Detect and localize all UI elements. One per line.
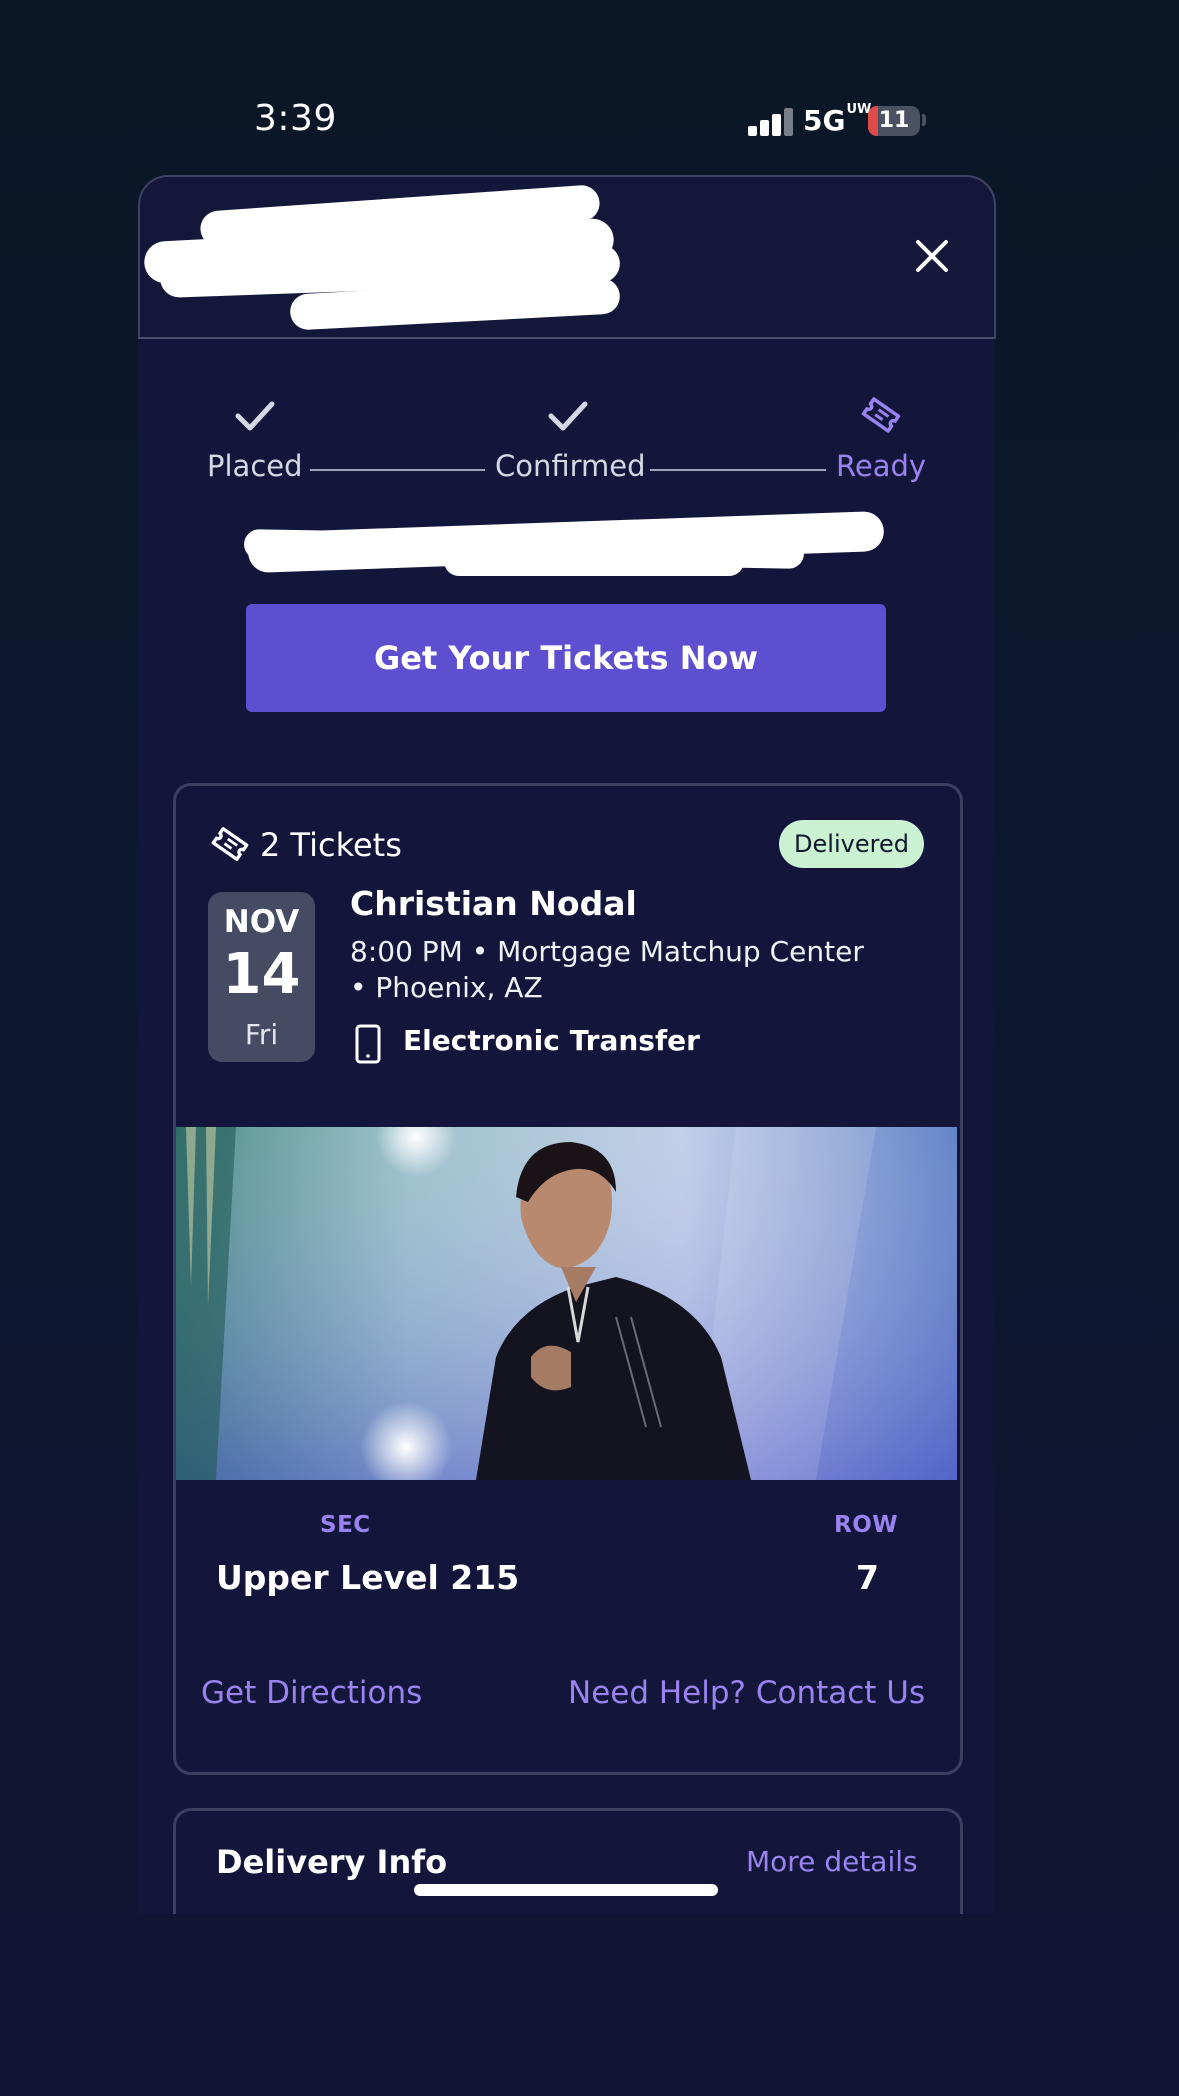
phone-icon: [355, 1024, 381, 1064]
step-ready-label: Ready: [836, 449, 927, 483]
delivery-info-title: Delivery Info: [216, 1843, 448, 1881]
redacted-title: [140, 184, 640, 331]
event-photo[interactable]: [176, 1127, 957, 1480]
ticket-icon: [861, 397, 901, 433]
event-meta: 8:00 PM • Mortgage Matchup Center • Phoe…: [350, 934, 910, 1006]
bottom-area: [0, 1914, 1179, 2096]
event-title: Christian Nodal: [350, 884, 637, 923]
battery-level: 11: [878, 108, 910, 133]
step-placed-label: Placed: [207, 449, 303, 483]
row-label: ROW: [834, 1512, 899, 1538]
network-indicator: 5GUW: [803, 103, 871, 137]
signal-icon: [748, 106, 793, 136]
status-badge: Delivered: [779, 820, 924, 868]
event-day: 14: [222, 942, 301, 1007]
network-label: 5G: [803, 104, 846, 137]
get-tickets-button[interactable]: Get Your Tickets Now: [246, 604, 886, 712]
check-icon: [235, 401, 275, 431]
step-connector: [650, 469, 826, 471]
event-date: NOV 14 Fri: [208, 892, 315, 1062]
event-time-venue: 8:00 PM • Mortgage Matchup Center: [350, 935, 864, 968]
row-value: 7: [856, 1558, 879, 1597]
event-month: NOV: [223, 904, 300, 940]
contact-us-link[interactable]: Need Help? Contact Us: [568, 1675, 925, 1711]
section-value: Upper Level 215: [216, 1558, 520, 1597]
step-confirmed-label: Confirmed: [495, 449, 646, 483]
section-label: SEC: [320, 1512, 371, 1538]
event-location: • Phoenix, AZ: [350, 971, 543, 1004]
redacted-text: [243, 500, 894, 590]
event-weekday: Fri: [244, 1018, 279, 1051]
home-indicator[interactable]: [414, 1884, 718, 1896]
get-directions-link[interactable]: Get Directions: [201, 1675, 422, 1711]
more-details-link[interactable]: More details: [746, 1845, 918, 1878]
battery-tip: [922, 114, 926, 126]
tickets-count: 2 Tickets: [260, 826, 402, 864]
ticket-icon: [211, 827, 249, 861]
close-icon[interactable]: [912, 236, 952, 276]
check-icon: [548, 401, 588, 431]
battery-icon: 11: [868, 106, 920, 136]
delivery-method: Electronic Transfer: [403, 1024, 700, 1057]
step-connector: [310, 469, 485, 471]
status-time: 3:39: [254, 98, 337, 139]
